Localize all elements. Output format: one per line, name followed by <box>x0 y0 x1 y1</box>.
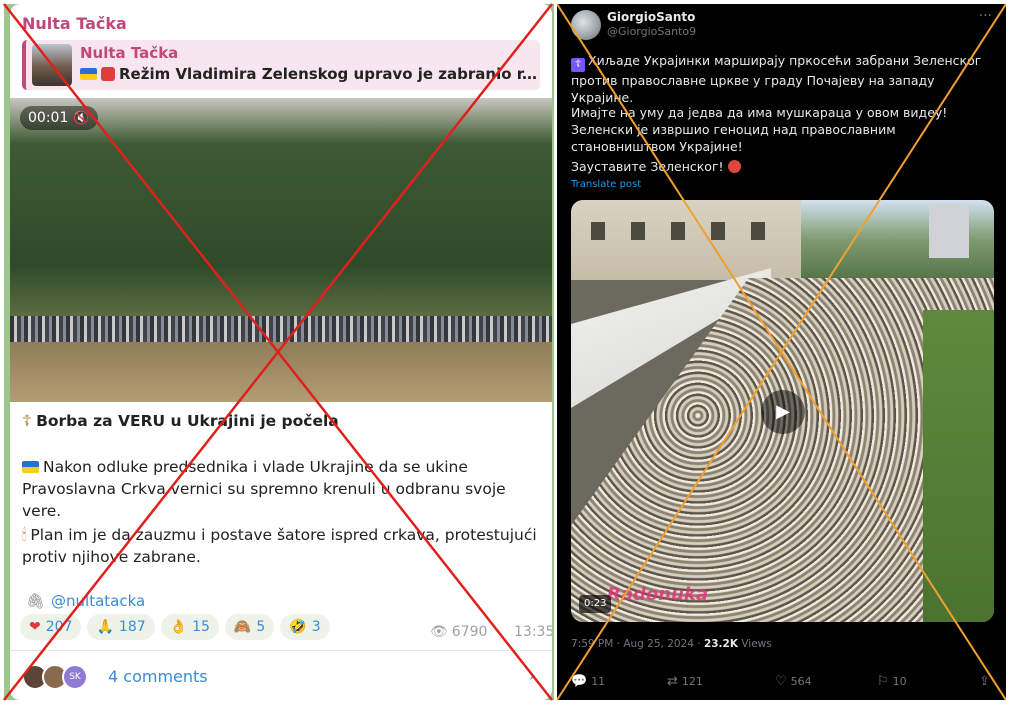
reply-quote[interactable]: Nulta Tačka Režim Vladimira Zelenskog up… <box>22 40 540 90</box>
action-bar: 💬 11 ⇄ 121 ♡ 564 ⚐ 10 ⇪ <box>571 674 995 692</box>
siren-icon <box>101 67 115 81</box>
reply-text-line: Režim Vladimira Zelenskog upravo je zabr… <box>80 65 538 83</box>
ok-hand-icon: 👌 <box>169 619 188 635</box>
video-window <box>631 222 645 240</box>
video-building <box>571 200 801 280</box>
video-duration: 0:23 <box>579 595 612 613</box>
video-watermark: Radonuka <box>607 584 709 605</box>
video-grass <box>923 310 994 622</box>
post-paragraph-2: 🕯 Plan im je da zauzmu i postave šatore i… <box>22 524 542 568</box>
candle-icon: 🕯 <box>22 526 27 544</box>
reaction-count: 207 <box>45 619 73 635</box>
pray-icon: 🙏 <box>96 619 114 635</box>
ukraine-flag-icon <box>80 68 97 80</box>
reply-count: 11 <box>591 675 606 688</box>
author-handle[interactable]: @GiorgioSanto9 <box>607 25 696 38</box>
avatar: SK <box>62 664 88 690</box>
channel-handle: @nultatacka <box>51 592 146 610</box>
reaction-laugh[interactable]: 🤣 3 <box>280 614 330 640</box>
share-button[interactable]: ⇪ <box>979 674 990 689</box>
post-heading-text: Borba za VERU u Ukrajini je počela <box>36 412 339 430</box>
view-count: 👁 6790 <box>430 624 487 640</box>
channel-link[interactable]: 🖇 @nultatacka <box>26 592 145 610</box>
reaction-count: 15 <box>192 619 210 635</box>
repost-count: 121 <box>681 675 703 688</box>
video-window <box>671 222 685 240</box>
reaction-count: 187 <box>118 619 146 635</box>
reply-thumbnail <box>32 44 72 86</box>
video-field <box>10 342 552 402</box>
see-no-evil-icon: 🙈 <box>233 619 252 635</box>
bookmark-count: 10 <box>892 675 907 688</box>
chevron-right-icon[interactable]: › <box>529 665 536 686</box>
reply-icon: 💬 <box>571 674 588 689</box>
reply-button[interactable]: 💬 11 <box>571 674 605 689</box>
reaction-monkey[interactable]: 🙈 5 <box>224 614 275 640</box>
paperclip-icon: 🖇 <box>26 592 46 610</box>
heart-icon: ❤ <box>29 619 41 635</box>
post-time: 13:35 <box>514 624 552 640</box>
bookmark-icon: ⚐ <box>877 674 889 689</box>
reaction-ok[interactable]: 👌 15 <box>160 614 219 640</box>
reaction-pray[interactable]: 🙏 187 <box>87 614 155 640</box>
post-heading: ☦ Borba za VERU u Ukrajini je počela <box>22 410 339 432</box>
angry-face-icon <box>727 160 741 173</box>
repost-icon: ⇄ <box>667 674 678 689</box>
post-timestamp[interactable]: 7:59 PM · Aug 25, 2024 · <box>571 638 704 650</box>
post-paragraph-1: Nakon odluke predsednika i vlade Ukrajin… <box>22 456 542 522</box>
reaction-count: 3 <box>311 619 321 635</box>
post-paragraph-1-text: Nakon odluke predsednika i vlade Ukrajin… <box>22 458 506 520</box>
post-text-line-1: ☦ Хиљаде Украјинки марширају пркосећи заб… <box>571 52 991 106</box>
repost-button[interactable]: ⇄ 121 <box>667 674 703 689</box>
reaction-count: 5 <box>256 619 266 635</box>
video-window <box>591 222 605 240</box>
reaction-heart[interactable]: ❤ 207 <box>20 614 82 640</box>
video-window <box>751 222 765 240</box>
author-name[interactable]: GiorgioSanto <box>607 10 695 24</box>
mute-icon[interactable]: 🔇 <box>73 107 89 131</box>
play-icon[interactable]: ▶ <box>761 390 805 434</box>
post-meta: 7:59 PM · Aug 25, 2024 · 23.2K Views <box>571 638 772 650</box>
telegram-message-card: Nulta Tačka Nulta Tačka Režim Vladimira … <box>10 4 552 700</box>
post-paragraph-2-text: Plan im je da zauzmu i postave šatore is… <box>22 526 537 566</box>
orthodox-cross-icon: ☦ <box>22 412 33 430</box>
post-text-3: Зауставите Зеленског! <box>571 159 724 174</box>
avatar[interactable] <box>571 10 601 40</box>
orthodox-cross-icon: ☦ <box>571 58 585 72</box>
reactions-bar: ❤ 207 🙏 187 👌 15 🙈 5 🤣 3 <box>20 614 330 640</box>
comments-bar[interactable]: SK 4 comments › <box>10 650 552 700</box>
x-post-panel: GiorgioSanto @GiorgioSanto9 ··· ☦ Хиљаде … <box>557 4 1006 700</box>
more-options-icon[interactable]: ··· <box>979 8 992 24</box>
telegram-post-panel: Nulta Tačka Nulta Tačka Režim Vladimira … <box>4 4 554 700</box>
heart-icon: ♡ <box>775 674 787 689</box>
reply-author: Nulta Tačka <box>80 44 179 62</box>
video-time-badge[interactable]: 00:01 🔇 <box>20 106 98 130</box>
view-count-value: 6790 <box>451 624 488 640</box>
channel-name[interactable]: Nulta Tačka <box>22 14 127 33</box>
post-text-1: Хиљаде Украјинки марширају пркосећи забр… <box>571 53 982 105</box>
ukraine-flag-icon <box>22 461 39 473</box>
laughing-icon: 🤣 <box>289 619 307 635</box>
bookmark-button[interactable]: ⚐ 10 <box>877 674 907 689</box>
eye-icon: 👁 <box>430 624 448 640</box>
video-player[interactable]: 00:01 🔇 <box>10 98 552 402</box>
post-text-line-2: Имајте на уму да једва да има мушкараца … <box>571 105 948 154</box>
video-tower <box>929 204 969 258</box>
like-button[interactable]: ♡ 564 <box>775 674 812 689</box>
post-text-line-3: Зауставите Зеленског! <box>571 158 991 175</box>
video-crowd <box>10 316 552 342</box>
translate-post-link[interactable]: Translate post <box>571 179 641 190</box>
video-window <box>711 222 725 240</box>
video-player[interactable]: Radonuka ▶ 0:23 <box>571 200 994 622</box>
share-icon: ⇪ <box>979 674 990 689</box>
reply-text: Režim Vladimira Zelenskog upravo je zabr… <box>119 65 538 83</box>
views-label: Views <box>737 638 772 650</box>
views-count: 23.2K <box>703 638 738 650</box>
like-count: 564 <box>790 675 812 688</box>
comments-link[interactable]: 4 comments <box>108 667 208 686</box>
video-time: 00:01 <box>28 110 69 126</box>
